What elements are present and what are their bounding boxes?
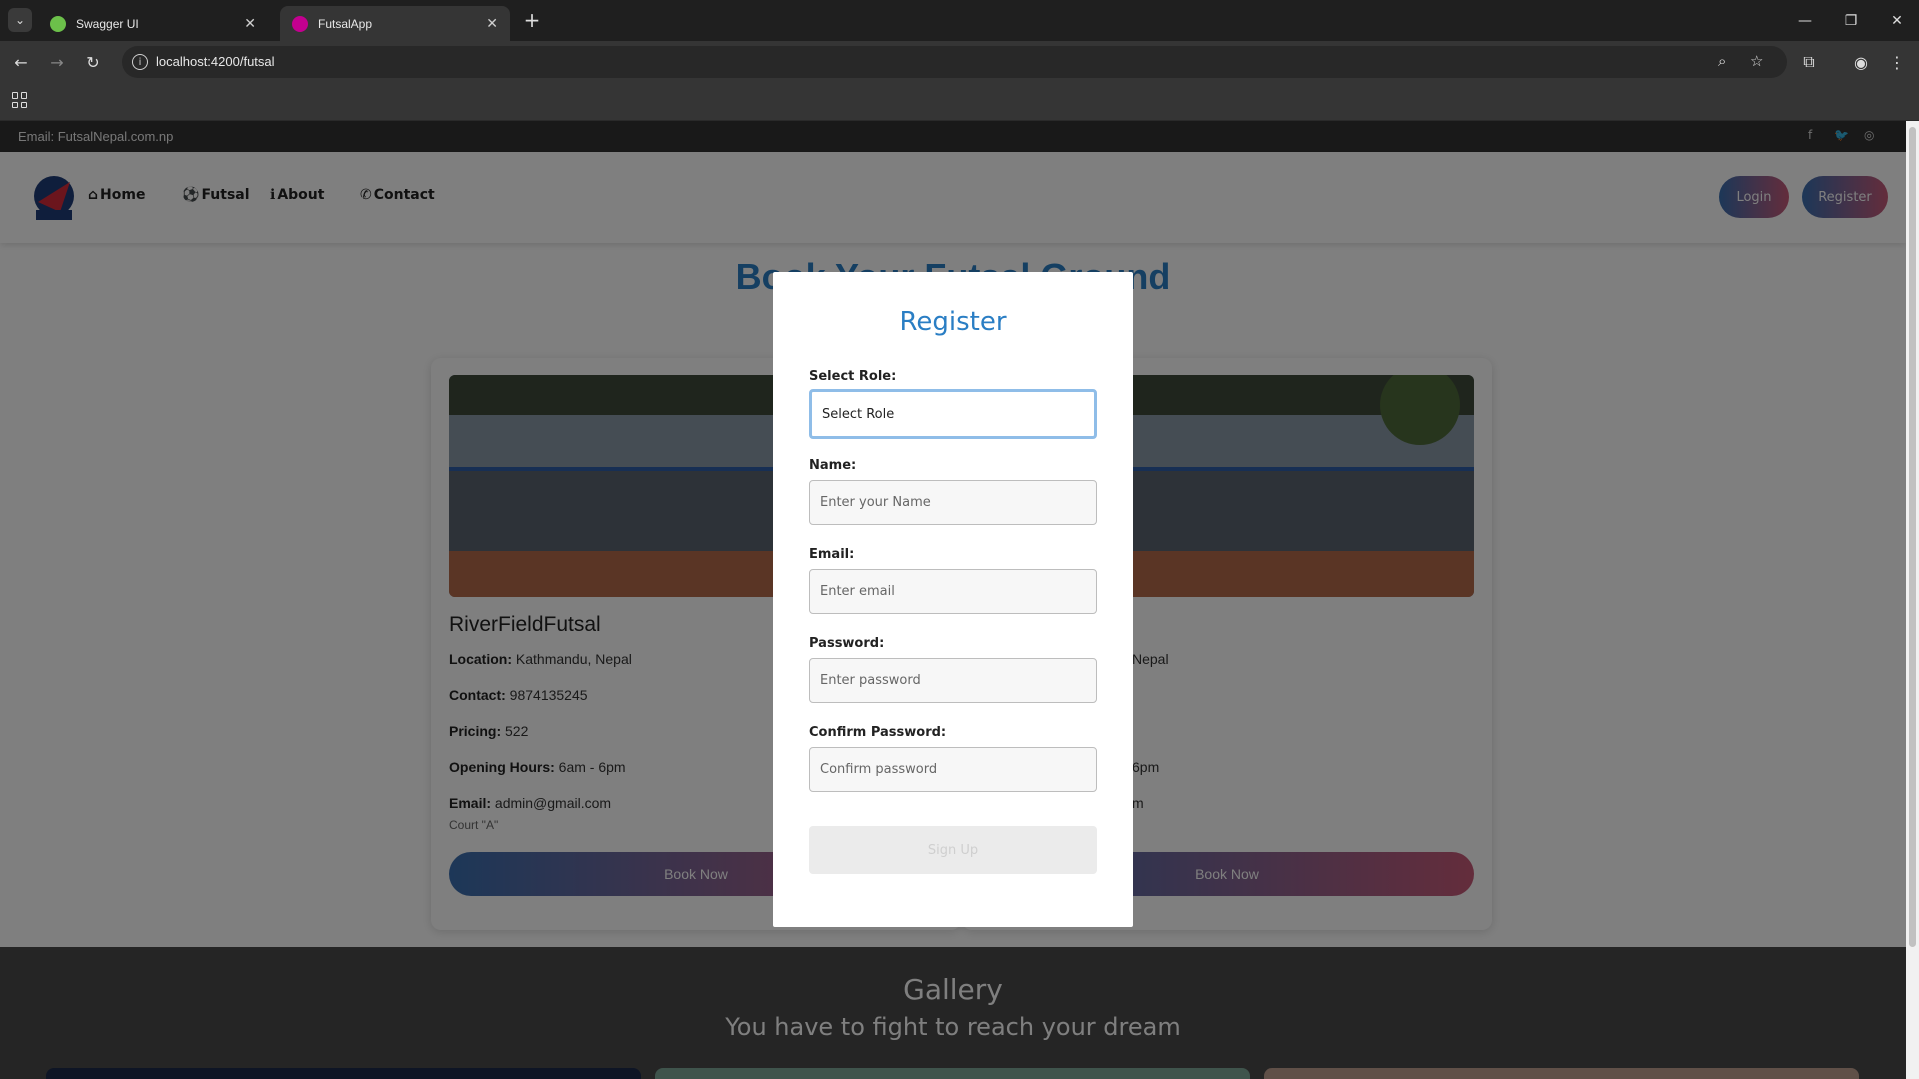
zoom-icon[interactable]: ⌕	[1718, 52, 1726, 70]
new-tab-icon[interactable]: +	[520, 8, 544, 32]
tab-search-icon[interactable]: ⌄	[8, 8, 32, 32]
address-bar[interactable]: i localhost:4200/futsal ⌕ ☆	[122, 46, 1787, 78]
browser-toolbar: ← → ↻ i localhost:4200/futsal ⌕ ☆ ⧉ ◉ ⋮	[0, 41, 1919, 82]
email-input[interactable]: Enter email	[809, 569, 1097, 614]
tab-title: FutsalApp	[318, 16, 373, 31]
modal-title: Register	[899, 307, 1007, 337]
reload-icon[interactable]: ↻	[80, 49, 106, 75]
close-window-icon[interactable]: ✕	[1876, 0, 1918, 41]
bookmark-star-icon[interactable]: ☆	[1750, 52, 1763, 70]
web-page: Email: FutsalNepal.com.np f 🐦 ◎ ⌂ Home ⚽…	[0, 121, 1906, 1079]
name-input[interactable]: Enter your Name	[809, 480, 1097, 525]
back-icon[interactable]: ←	[8, 49, 34, 75]
confirm-password-input[interactable]: Confirm password	[809, 747, 1097, 792]
apps-grid-icon[interactable]	[12, 92, 28, 108]
tab-title: Swagger UI	[76, 16, 139, 31]
profile-icon[interactable]: ◉	[1848, 49, 1874, 75]
scrollbar-thumb[interactable]	[1909, 127, 1916, 947]
restore-icon[interactable]: ❐	[1830, 0, 1872, 41]
confirm-password-label: Confirm Password:	[809, 725, 947, 740]
browser-tab-strip: ⌄ Swagger UI ✕ FutsalApp ✕ + — ❐ ✕	[0, 0, 1919, 41]
page-scrollbar[interactable]	[1906, 121, 1919, 1079]
extensions-icon[interactable]: ⧉	[1796, 49, 1822, 75]
browser-tab-swagger[interactable]: Swagger UI ✕	[38, 6, 268, 41]
modal-backdrop[interactable]	[0, 947, 1906, 1079]
register-modal: Register Select Role: Select Role Name: …	[773, 272, 1133, 927]
browser-tab-futsalapp[interactable]: FutsalApp ✕	[280, 6, 510, 41]
close-tab-icon[interactable]: ✕	[486, 15, 498, 32]
site-info-icon[interactable]: i	[132, 54, 148, 70]
swagger-favicon-icon	[50, 15, 66, 32]
sign-up-button[interactable]: Sign Up	[809, 826, 1097, 874]
password-input[interactable]: Enter password	[809, 658, 1097, 703]
menu-icon[interactable]: ⋮	[1884, 49, 1910, 75]
close-tab-icon[interactable]: ✕	[244, 15, 256, 32]
password-label: Password:	[809, 636, 885, 651]
bookmarks-bar	[0, 82, 1919, 121]
minimize-icon[interactable]: —	[1784, 0, 1826, 41]
angular-favicon-icon	[292, 15, 308, 32]
role-select[interactable]: Select Role	[809, 389, 1097, 439]
forward-icon[interactable]: →	[44, 49, 70, 75]
name-label: Name:	[809, 458, 857, 473]
email-label: Email:	[809, 547, 855, 562]
role-label: Select Role:	[809, 369, 897, 384]
url-text[interactable]: localhost:4200/futsal	[156, 54, 275, 69]
